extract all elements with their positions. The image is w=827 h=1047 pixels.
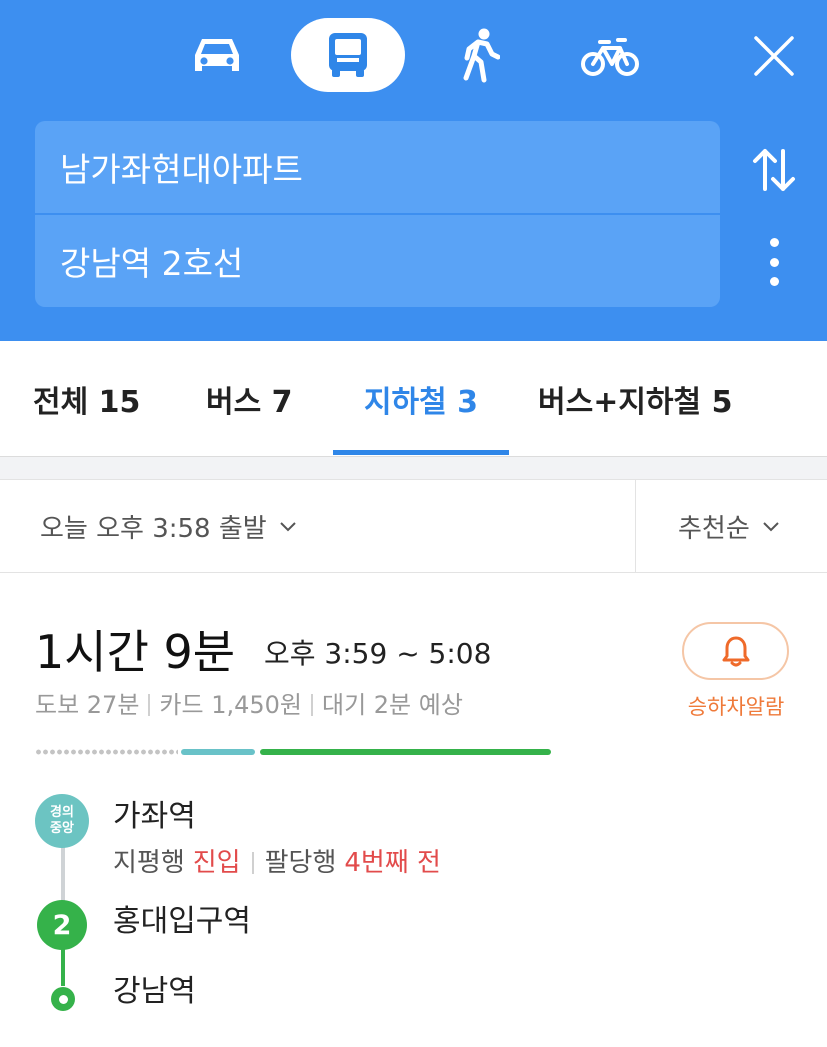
mode-transit-button[interactable]: [291, 18, 405, 92]
route-summary: 도보 27분 카드 1,450원 대기 2분 예상: [35, 688, 463, 722]
line-badge-text: 2: [52, 909, 72, 941]
arrival-status: 진입: [192, 848, 241, 878]
route-bar-line2: [260, 749, 551, 755]
arrival-status: 4번째 전: [344, 848, 441, 878]
tab-all[interactable]: 전체 15: [33, 341, 140, 457]
close-icon: [754, 36, 794, 76]
mode-car-button[interactable]: [185, 28, 249, 84]
wait-time: 대기 2분 예상: [322, 691, 463, 719]
route-connector-line2: [61, 944, 65, 986]
route-duration: 1시간 9분: [35, 625, 236, 679]
filter-divider: [635, 480, 636, 573]
origin-text: 남가좌현대아파트: [60, 150, 303, 189]
section-gap: [0, 457, 827, 480]
more-vert-dot: [769, 277, 779, 286]
arrival-info: 지평행 진입 팔당행 4번째 전: [113, 844, 441, 882]
route-bar-walk: [35, 749, 178, 755]
more-options-button[interactable]: [756, 236, 792, 288]
close-button[interactable]: [742, 24, 806, 88]
route-search-header: 남가좌현대아파트 강남역 2호선: [0, 0, 827, 341]
line-badge-text: 경의 중앙: [50, 805, 74, 836]
mode-walk-button[interactable]: [452, 24, 508, 88]
tab-bus-subway[interactable]: 버스+지하철 5: [538, 341, 732, 457]
chevron-down-icon: [279, 521, 297, 533]
station-name: 가좌역: [113, 799, 196, 834]
route-bar-gyeongui: [181, 749, 255, 755]
sort-order-selector[interactable]: 추천순: [678, 480, 780, 573]
destination-text: 강남역 2호선: [60, 244, 244, 283]
more-vert-dot: [769, 257, 779, 267]
transit-type-tabs: 전체 15 버스 7 지하철 3 버스+지하철 5: [0, 341, 827, 457]
route-time-range: 오후 3:59 ~ 5:08: [264, 637, 492, 670]
mode-bike-button[interactable]: [576, 30, 644, 82]
station-name: 강남역: [113, 974, 196, 1009]
swap-icon: [753, 149, 795, 191]
route-inputs: 남가좌현대아파트 강남역 2호선: [35, 121, 720, 307]
arrival-divider: [251, 852, 254, 874]
chevron-down-icon: [762, 521, 780, 533]
active-tab-indicator: [333, 450, 509, 455]
destination-dot-icon: [51, 987, 75, 1011]
fare: 카드 1,450원: [159, 691, 302, 719]
meta-divider: [148, 694, 151, 716]
car-icon: [195, 39, 239, 71]
bus-icon: [329, 33, 367, 77]
walk-icon: [463, 28, 500, 83]
departure-time-selector[interactable]: 오늘 오후 3:58 출발: [40, 480, 297, 573]
line-2-badge: 2: [37, 900, 87, 950]
origin-input[interactable]: 남가좌현대아파트: [35, 121, 720, 213]
destination-input[interactable]: 강남역 2호선: [35, 215, 720, 307]
tab-bus[interactable]: 버스 7: [206, 341, 293, 457]
filter-bar: 오늘 오후 3:58 출발 추천순: [0, 480, 827, 573]
arrival-dest: 팔당행: [264, 848, 337, 878]
alarm-button[interactable]: [682, 622, 789, 680]
more-vert-icon: [769, 238, 779, 247]
arrival-dest: 지평행: [113, 848, 185, 878]
alarm-label[interactable]: 승하차알람: [662, 692, 810, 722]
route-connector: [61, 838, 65, 906]
bell-icon: [722, 636, 749, 667]
bike-icon: [581, 38, 639, 76]
gyeongui-jungang-line-badge: 경의 중앙: [35, 794, 89, 848]
walk-time: 도보 27분: [35, 691, 140, 719]
sort-order-text: 추천순: [678, 514, 750, 544]
meta-divider: [311, 694, 313, 716]
departure-time-text: 오늘 오후 3:58 출발: [40, 514, 267, 544]
station-name: 홍대입구역: [113, 904, 251, 939]
tab-subway[interactable]: 지하철 3: [333, 341, 509, 457]
swap-route-button[interactable]: [748, 142, 800, 198]
destination-dot-inner: [58, 994, 68, 1004]
